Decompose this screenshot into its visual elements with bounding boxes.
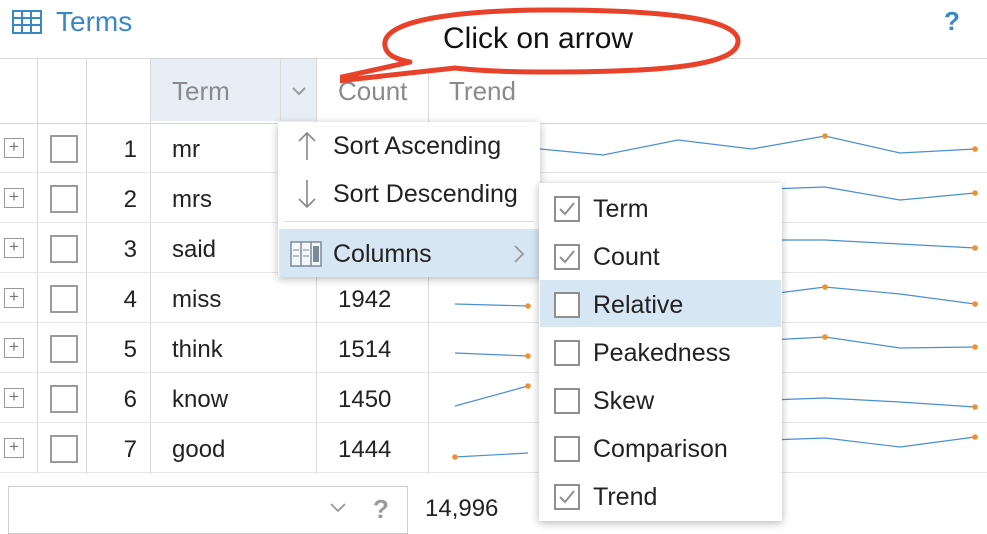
row-expander-icon[interactable]: + [4,188,24,208]
trend-dot [525,353,531,359]
checkmark-icon [559,202,575,216]
trend-dot [822,284,828,290]
trend-line [454,452,529,458]
row-count: 1942 [338,286,392,313]
column-toggle-checkbox[interactable] [554,436,580,462]
help-icon[interactable]: ? [944,6,960,37]
row-checkbox[interactable] [50,385,78,413]
menu-item-columns-label: Columns [333,240,432,268]
column-divider [37,58,38,474]
row-term: think [172,336,223,363]
column-divider [86,58,87,474]
row-expander-icon[interactable]: + [4,138,24,158]
row-term: said [172,236,217,263]
row-index: 6 [123,386,137,413]
row-count: 1450 [338,386,392,413]
row-expander-icon[interactable]: + [4,438,24,458]
checkmark-icon [559,250,575,264]
grid-icon [12,10,42,34]
row-checkbox[interactable] [50,235,78,263]
column-toggle-checkbox[interactable] [554,484,580,510]
column-toggle-peakedness[interactable]: Peakedness [593,339,731,368]
total-count: 14,996 [425,495,499,522]
row-index: 4 [123,286,137,313]
trend-line [770,239,976,249]
trend-dot [525,383,531,389]
column-header-term-label: Term [172,76,230,106]
menu-item-sort-descending[interactable]: Sort Descending [333,180,518,209]
chevron-down-icon [292,87,306,96]
row-term: mrs [172,186,212,213]
trend-dot [452,454,458,460]
row-term: mr [172,136,200,163]
column-toggle-checkbox[interactable] [554,196,580,222]
row-count: 1514 [338,336,392,363]
row-expander-icon[interactable]: + [4,288,24,308]
column-toggle-trend[interactable]: Trend [593,483,657,512]
row-expander-icon[interactable]: + [4,338,24,358]
column-menu-trigger[interactable] [280,59,317,121]
trend-dot [972,404,978,410]
column-toggle-checkbox[interactable] [554,292,580,318]
column-toggle-checkbox[interactable] [554,244,580,270]
column-toggle-skew[interactable]: Skew [593,387,654,416]
trend-dot [822,334,828,340]
trend-line [454,352,529,357]
trend-line [454,303,529,307]
trend-line [769,186,976,201]
column-toggle-relative[interactable]: Relative [593,291,683,320]
menu-item-sort-ascending[interactable]: Sort Ascending [333,132,501,161]
footer-select[interactable] [8,486,408,534]
columns-icon [290,241,322,267]
trend-line [769,397,976,408]
trend-dot [972,434,978,440]
chevron-right-icon [514,245,525,263]
row-expander-icon[interactable]: + [4,388,24,408]
panel-title: Terms [56,6,133,37]
row-checkbox[interactable] [50,335,78,363]
checkmark-icon [559,490,575,504]
trend-dot [972,344,978,350]
column-divider [150,58,151,474]
row-term: good [172,436,226,463]
menu-separator [284,221,534,222]
trend-line [454,385,529,407]
row-checkbox[interactable] [50,185,78,213]
trend-line [769,336,976,349]
row-count: 1444 [338,436,392,463]
column-toggle-term[interactable]: Term [593,195,649,224]
column-toggle-checkbox[interactable] [554,340,580,366]
trend-dot [972,301,978,307]
row-term: miss [172,286,222,313]
trend-line [769,436,976,448]
arrow-down-icon [298,180,316,209]
row-index: 2 [123,186,137,213]
trend-dot [822,133,828,139]
row-index: 7 [123,436,137,463]
row-index: 3 [123,236,137,263]
row-index: 1 [123,136,137,163]
column-toggle-checkbox[interactable] [554,388,580,414]
trend-dot [972,245,978,251]
help-icon[interactable]: ? [373,494,389,525]
row-expander-icon[interactable]: + [4,238,24,258]
row-checkbox[interactable] [50,135,78,163]
chevron-down-icon[interactable] [328,500,348,516]
row-term: know [172,386,229,413]
trend-dot [972,146,978,152]
trend-dot [972,190,978,196]
trend-line [769,286,976,305]
trend-line [529,135,976,156]
trend-dot [525,303,531,309]
row-checkbox[interactable] [50,435,78,463]
row-index: 5 [123,336,137,363]
row-checkbox[interactable] [50,285,78,313]
column-toggle-count[interactable]: Count [593,243,660,272]
callout-text: Click on arrow [443,22,634,55]
column-toggle-comparison[interactable]: Comparison [593,435,728,464]
arrow-up-icon [298,131,316,160]
